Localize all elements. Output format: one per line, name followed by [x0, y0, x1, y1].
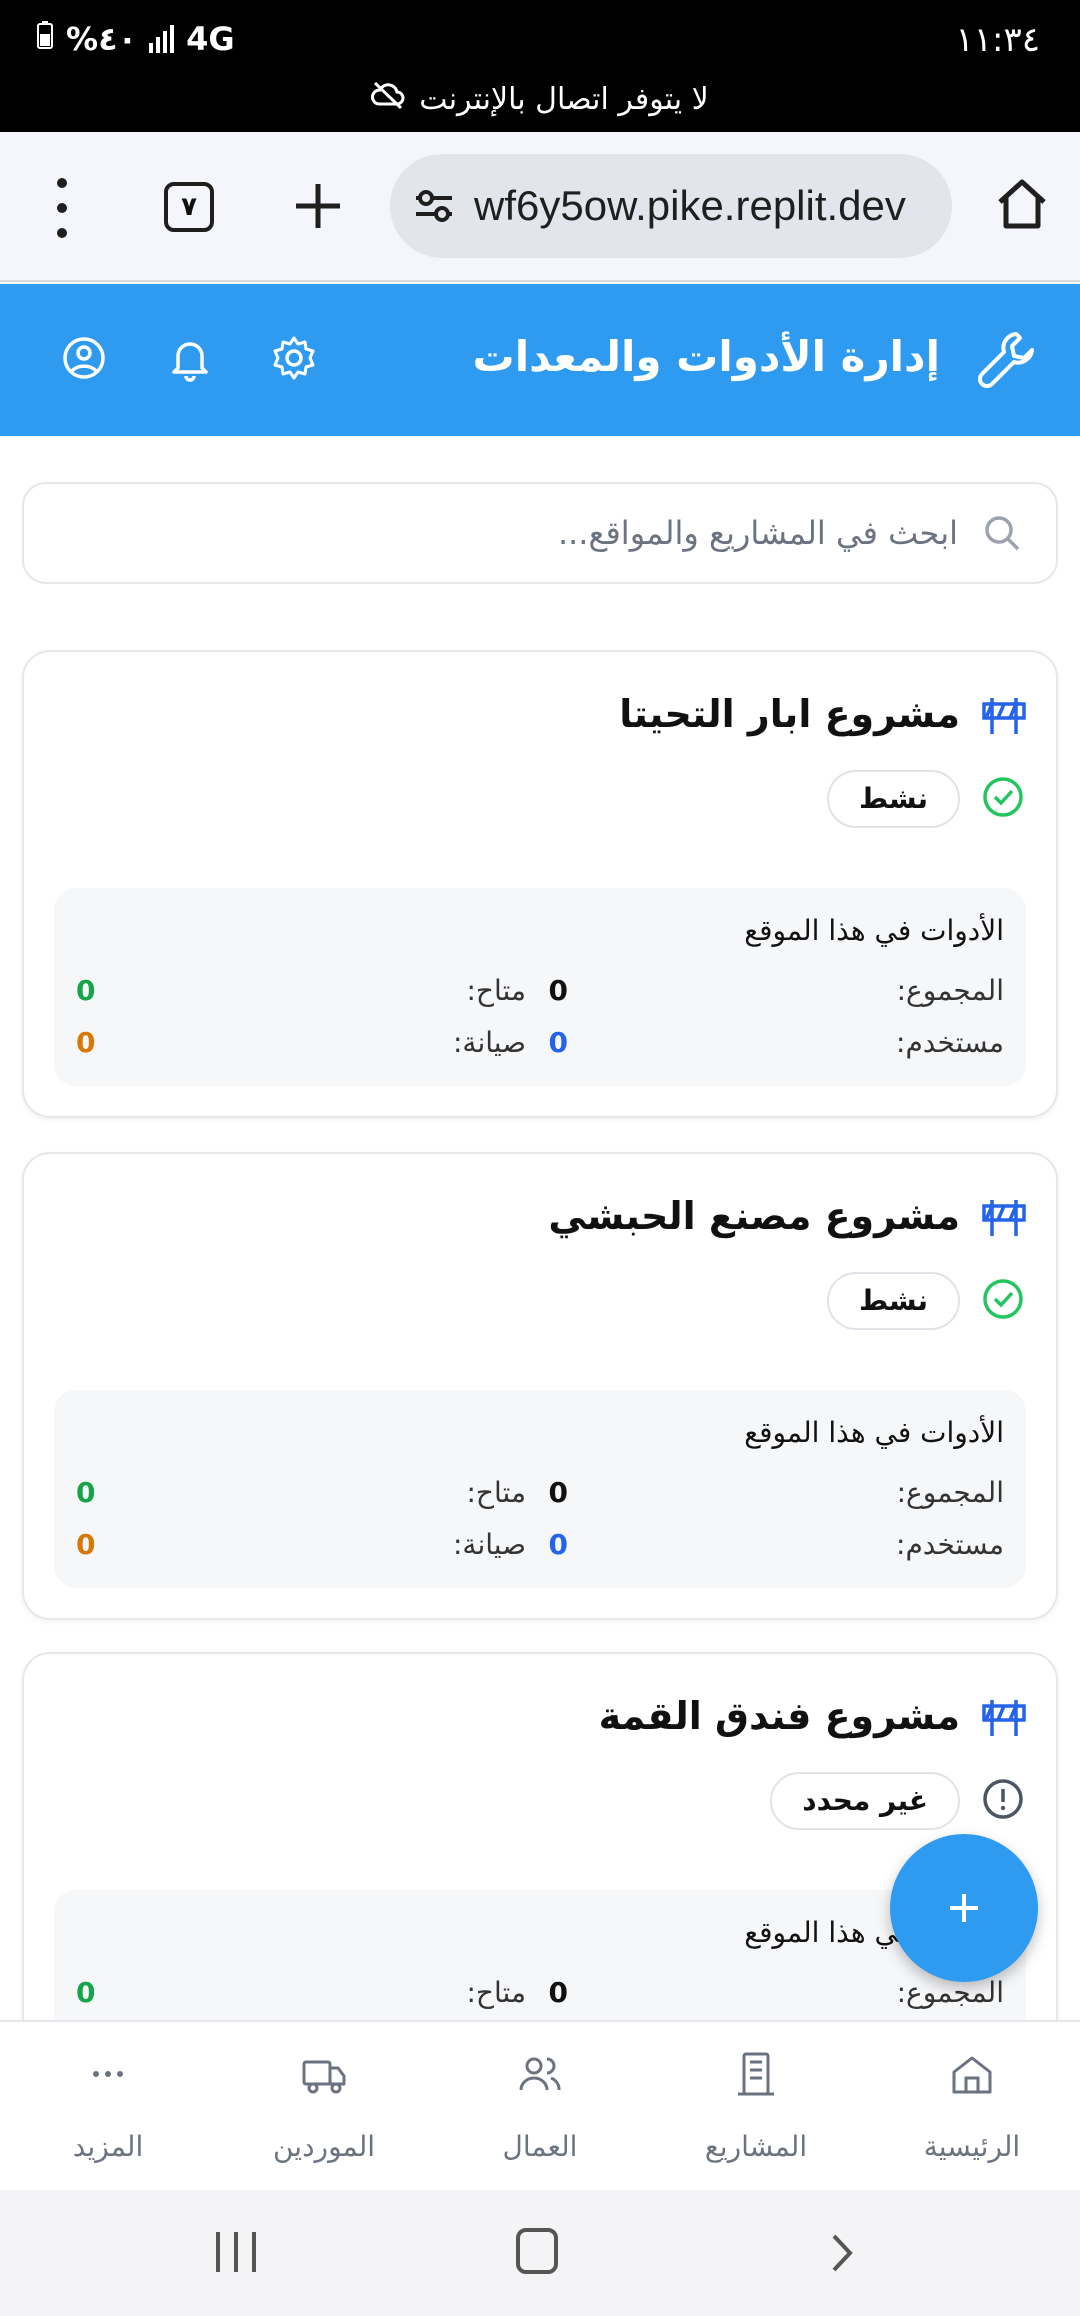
project-card[interactable]: مشروع ابار التحيتا نشط الأدوات في هذا ال…	[22, 650, 1058, 1118]
more-icon	[93, 2071, 123, 2077]
nav-item-suppliers[interactable]: الموردين	[216, 2022, 432, 2192]
status-badge: نشط	[827, 1272, 960, 1330]
tools-summary: الأدوات في هذا الموقع المجموع: 0 متاح: 0…	[54, 888, 1026, 1086]
used-value: 0	[548, 1528, 568, 1561]
nav-item-workers[interactable]: العمال	[432, 2022, 648, 2192]
check-circle-icon	[983, 1279, 1023, 1319]
battery-icon	[36, 20, 54, 58]
nav-item-home[interactable]: الرئيسية	[864, 2022, 1080, 2192]
nav-label: الموردين	[272, 2130, 376, 2163]
home-icon	[952, 2056, 992, 2094]
browser-toolbar: ٧ wf6y5ow.pike.replit.dev	[0, 132, 1080, 282]
total-label: المجموع:	[896, 974, 1004, 1007]
total-label: المجموع:	[896, 1976, 1004, 2009]
status-bar: %٤٠ 4G ١١:٣٤ لا يتوفر اتصال بالإنترنت	[0, 0, 1080, 132]
available-label: متاح:	[466, 1476, 527, 1509]
app-header: إدارة الأدوات والمعدات	[0, 284, 1080, 436]
home-icon	[998, 179, 1046, 229]
construction-barrier-icon	[982, 1200, 1026, 1236]
maintenance-value: 0	[76, 1026, 96, 1059]
browser-home-button[interactable]	[992, 174, 1052, 234]
project-card[interactable]: مشروع مصنع الحبشي نشط الأدوات في هذا الم…	[22, 1152, 1058, 1620]
project-name[interactable]: مشروع فندق القمة	[599, 1694, 960, 1738]
alert-circle-icon	[983, 1779, 1023, 1819]
available-value: 0	[76, 1976, 96, 2009]
available-value: 0	[76, 1476, 96, 1509]
used-value: 0	[548, 1026, 568, 1059]
total-label: المجموع:	[896, 1476, 1004, 1509]
plus-icon	[296, 184, 340, 228]
status-badge: نشط	[827, 770, 960, 828]
available-label: متاح:	[466, 974, 527, 1007]
tools-heading: الأدوات في هذا الموقع	[744, 1416, 1004, 1449]
total-value: 0	[548, 974, 568, 1007]
back-chevron-icon[interactable]	[822, 2230, 862, 2276]
app-title: إدارة الأدوات والمعدات	[472, 332, 941, 381]
plus-icon	[950, 1894, 978, 1922]
used-label: مستخدم:	[896, 1026, 1004, 1059]
available-label: متاح:	[466, 1976, 527, 2009]
search-box[interactable]	[22, 482, 1058, 584]
settings-gear-icon[interactable]	[270, 334, 318, 382]
nav-label: المزيد	[72, 2130, 144, 2163]
tools-summary: الأدوات في هذا الموقع المجموع: 0 متاح: 0…	[54, 1390, 1026, 1588]
battery-percent: %٤٠	[66, 20, 138, 58]
maintenance-label: صيانة:	[453, 1026, 526, 1059]
check-circle-icon	[983, 777, 1023, 817]
used-label: مستخدم:	[896, 1528, 1004, 1561]
nav-label: الرئيسية	[923, 2130, 1021, 2163]
project-card[interactable]: مشروع فندق القمة غير محدد الأدوات في هذا…	[22, 1652, 1058, 2088]
project-name[interactable]: مشروع ابار التحيتا	[619, 692, 960, 736]
users-icon	[519, 2057, 561, 2091]
search-input[interactable]	[58, 514, 958, 552]
status-badge: غير محدد	[770, 1772, 960, 1830]
total-value: 0	[548, 1476, 568, 1509]
cloud-off-icon	[371, 80, 405, 118]
tab-switcher-button[interactable]: ٧	[164, 182, 214, 232]
project-name[interactable]: مشروع مصنع الحبشي	[548, 1194, 960, 1238]
add-project-fab[interactable]	[890, 1834, 1038, 1982]
address-bar[interactable]: wf6y5ow.pike.replit.dev	[390, 154, 952, 258]
nav-label: المشاريع	[704, 2130, 808, 2163]
recents-button[interactable]	[216, 2232, 256, 2272]
maintenance-value: 0	[76, 1528, 96, 1561]
user-profile-icon[interactable]	[60, 334, 108, 382]
building-icon	[738, 2052, 774, 2096]
network-type: 4G	[186, 20, 235, 58]
tools-heading: الأدوات في هذا الموقع	[744, 914, 1004, 947]
wrench-icon	[977, 332, 1034, 389]
construction-barrier-icon	[982, 698, 1026, 734]
total-value: 0	[548, 1976, 568, 2009]
site-settings-icon[interactable]	[412, 184, 456, 228]
available-value: 0	[76, 974, 96, 1007]
offline-message: لا يتوفر اتصال بالإنترنت	[419, 81, 709, 117]
url-text[interactable]: wf6y5ow.pike.replit.dev	[474, 182, 906, 230]
nav-label: العمال	[502, 2130, 578, 2163]
construction-barrier-icon	[982, 1700, 1026, 1736]
maintenance-label: صيانة:	[453, 1528, 526, 1561]
truck-icon	[302, 2060, 346, 2094]
system-navigation-bar	[0, 2190, 1080, 2316]
system-home-button[interactable]	[516, 2228, 558, 2274]
browser-menu-button[interactable]	[54, 178, 70, 238]
bell-icon[interactable]	[166, 334, 214, 382]
status-indicators: %٤٠ 4G	[36, 20, 235, 58]
clock: ١١:٣٤	[955, 20, 1040, 60]
offline-banner: لا يتوفر اتصال بالإنترنت	[0, 80, 1080, 118]
search-icon	[985, 516, 1020, 551]
nav-item-projects[interactable]: المشاريع	[648, 2022, 864, 2192]
bottom-navigation: الرئيسية المشاريع العمال الموردين المزيد	[0, 2020, 1080, 2190]
signal-icon	[149, 25, 175, 53]
nav-item-more[interactable]: المزيد	[0, 2022, 216, 2192]
new-tab-button[interactable]	[290, 178, 346, 234]
